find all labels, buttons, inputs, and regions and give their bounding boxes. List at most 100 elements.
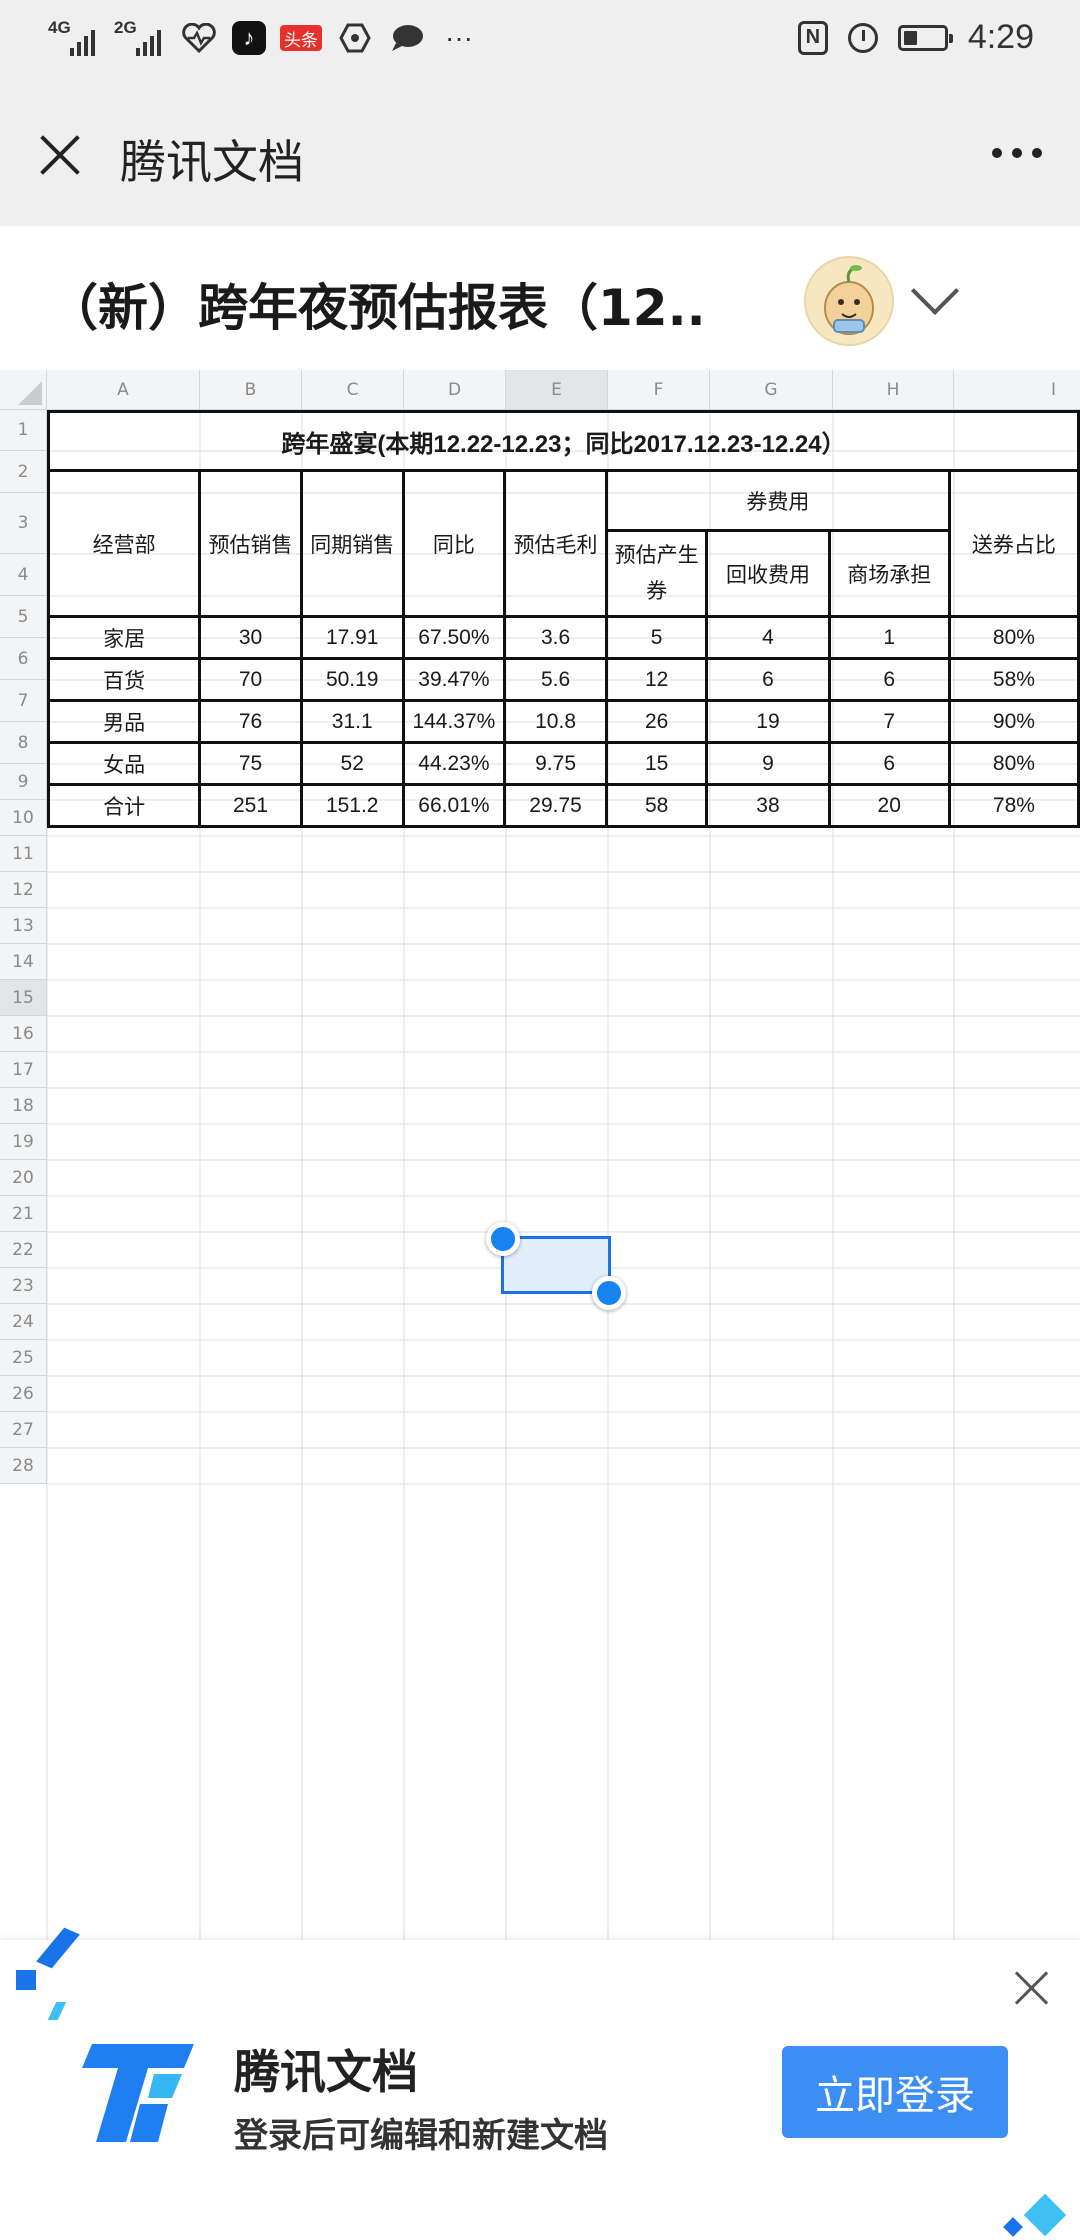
- row-header-21[interactable]: 21: [0, 1196, 47, 1232]
- table-cell[interactable]: 17.91: [299, 615, 405, 660]
- table-cell[interactable]: 12: [604, 657, 709, 702]
- table-cell[interactable]: 5: [604, 615, 709, 660]
- report-table[interactable]: 跨年盛宴(本期12.22-12.23；同比2017.12.23-12.24） 经…: [46, 410, 1080, 828]
- column-header-c[interactable]: C: [302, 370, 404, 410]
- table-cell[interactable]: 67.50%: [401, 615, 507, 660]
- row-header-14[interactable]: 14: [0, 944, 47, 980]
- row-header-23[interactable]: 23: [0, 1268, 47, 1304]
- table-cell[interactable]: 78%: [947, 783, 1080, 828]
- header-est-sales[interactable]: 预估销售: [198, 469, 303, 618]
- select-all-corner[interactable]: [0, 370, 47, 410]
- dept-cell[interactable]: 女品: [46, 741, 202, 786]
- table-cell[interactable]: 26: [604, 699, 709, 744]
- row-header-12[interactable]: 12: [0, 872, 47, 908]
- table-cell[interactable]: 4: [705, 615, 831, 660]
- chevron-down-icon[interactable]: [910, 266, 960, 316]
- table-cell[interactable]: 90%: [947, 699, 1080, 744]
- table-cell[interactable]: 9.75: [503, 741, 608, 786]
- table-cell[interactable]: 38: [705, 783, 831, 828]
- row-header-18[interactable]: 18: [0, 1088, 47, 1124]
- row-header-20[interactable]: 20: [0, 1160, 47, 1196]
- row-header-7[interactable]: 7: [0, 680, 47, 722]
- table-cell[interactable]: 80%: [947, 741, 1080, 786]
- document-title[interactable]: （新）跨年夜预估报表（12..: [48, 268, 706, 340]
- row-header-22[interactable]: 22: [0, 1232, 47, 1268]
- row-header-26[interactable]: 26: [0, 1376, 47, 1412]
- dept-cell[interactable]: 合计: [46, 783, 202, 828]
- table-cell[interactable]: 10.8: [503, 699, 608, 744]
- header-est-coupon[interactable]: 预估产生券: [604, 529, 709, 618]
- row-header-10[interactable]: 10: [0, 800, 47, 836]
- user-avatar[interactable]: [804, 256, 894, 346]
- table-cell[interactable]: 31.1: [299, 699, 405, 744]
- row-header-17[interactable]: 17: [0, 1052, 47, 1088]
- row-header-13[interactable]: 13: [0, 908, 47, 944]
- table-cell[interactable]: 76: [198, 699, 303, 744]
- row-header-15[interactable]: 15: [0, 980, 47, 1016]
- table-title[interactable]: 跨年盛宴(本期12.22-12.23；同比2017.12.23-12.24）: [47, 410, 1080, 472]
- row-header-27[interactable]: 27: [0, 1412, 47, 1448]
- selection-handle-end[interactable]: [592, 1276, 626, 1310]
- column-header-h[interactable]: H: [833, 370, 954, 410]
- row-header-8[interactable]: 8: [0, 722, 47, 764]
- table-cell[interactable]: 251: [198, 783, 303, 828]
- column-header-a[interactable]: A: [47, 370, 200, 410]
- table-cell[interactable]: 75: [198, 741, 303, 786]
- table-cell[interactable]: 70: [198, 657, 303, 702]
- table-cell[interactable]: 6: [705, 657, 831, 702]
- table-cell[interactable]: 50.19: [299, 657, 405, 702]
- header-yoy[interactable]: 同比: [401, 469, 507, 618]
- row-header-6[interactable]: 6: [0, 638, 47, 680]
- header-est-margin[interactable]: 预估毛利: [503, 469, 608, 618]
- column-header-e[interactable]: E: [506, 370, 608, 410]
- row-header-9[interactable]: 9: [0, 764, 47, 800]
- header-mall-borne[interactable]: 商场承担: [827, 529, 951, 618]
- table-cell[interactable]: 144.37%: [401, 699, 507, 744]
- row-header-1[interactable]: 1: [0, 410, 47, 451]
- table-cell[interactable]: 1: [827, 615, 951, 660]
- table-cell[interactable]: 80%: [947, 615, 1080, 660]
- header-dept[interactable]: 经营部: [46, 469, 202, 618]
- header-prev-sales[interactable]: 同期销售: [299, 469, 405, 618]
- table-cell[interactable]: 39.47%: [401, 657, 507, 702]
- more-icon[interactable]: [992, 148, 1042, 158]
- table-cell[interactable]: 6: [827, 741, 951, 786]
- login-button[interactable]: 立即登录: [782, 2046, 1008, 2138]
- row-header-16[interactable]: 16: [0, 1016, 47, 1052]
- dept-cell[interactable]: 男品: [46, 699, 202, 744]
- close-icon[interactable]: [38, 133, 82, 177]
- row-header-5[interactable]: 5: [0, 596, 47, 638]
- table-cell[interactable]: 30: [198, 615, 303, 660]
- spreadsheet[interactable]: A B C D E F G H I 1 2 3 4 5 6 7 8 9 10 11 12 13 14 15 1…: [0, 370, 1080, 1940]
- header-coupon-share[interactable]: 送券占比: [947, 469, 1080, 618]
- row-header-28[interactable]: 28: [0, 1448, 47, 1484]
- banner-close-icon[interactable]: [1014, 1970, 1050, 2006]
- header-coupon-cost-group[interactable]: 券费用: [604, 469, 951, 532]
- row-header-11[interactable]: 11: [0, 836, 47, 872]
- table-cell[interactable]: 15: [604, 741, 709, 786]
- table-cell[interactable]: 151.2: [299, 783, 405, 828]
- header-recovery-cost[interactable]: 回收费用: [705, 529, 831, 618]
- row-header-25[interactable]: 25: [0, 1340, 47, 1376]
- column-header-f[interactable]: F: [608, 370, 710, 410]
- column-header-b[interactable]: B: [200, 370, 302, 410]
- table-cell[interactable]: 5.6: [503, 657, 608, 702]
- table-cell[interactable]: 6: [827, 657, 951, 702]
- row-header-19[interactable]: 19: [0, 1124, 47, 1160]
- table-cell[interactable]: 52: [299, 741, 405, 786]
- table-cell[interactable]: 3.6: [503, 615, 608, 660]
- table-cell[interactable]: 58: [604, 783, 709, 828]
- table-cell[interactable]: 29.75: [503, 783, 608, 828]
- column-header-g[interactable]: G: [710, 370, 833, 410]
- row-header-24[interactable]: 24: [0, 1304, 47, 1340]
- table-cell[interactable]: 20: [827, 783, 951, 828]
- table-cell[interactable]: 9: [705, 741, 831, 786]
- selection-handle-start[interactable]: [486, 1222, 520, 1256]
- dept-cell[interactable]: 百货: [46, 657, 202, 702]
- table-cell[interactable]: 44.23%: [401, 741, 507, 786]
- dept-cell[interactable]: 家居: [46, 615, 202, 660]
- table-cell[interactable]: 58%: [947, 657, 1080, 702]
- column-header-i[interactable]: I: [954, 370, 1080, 410]
- row-header-2[interactable]: 2: [0, 451, 47, 493]
- table-cell[interactable]: 66.01%: [401, 783, 507, 828]
